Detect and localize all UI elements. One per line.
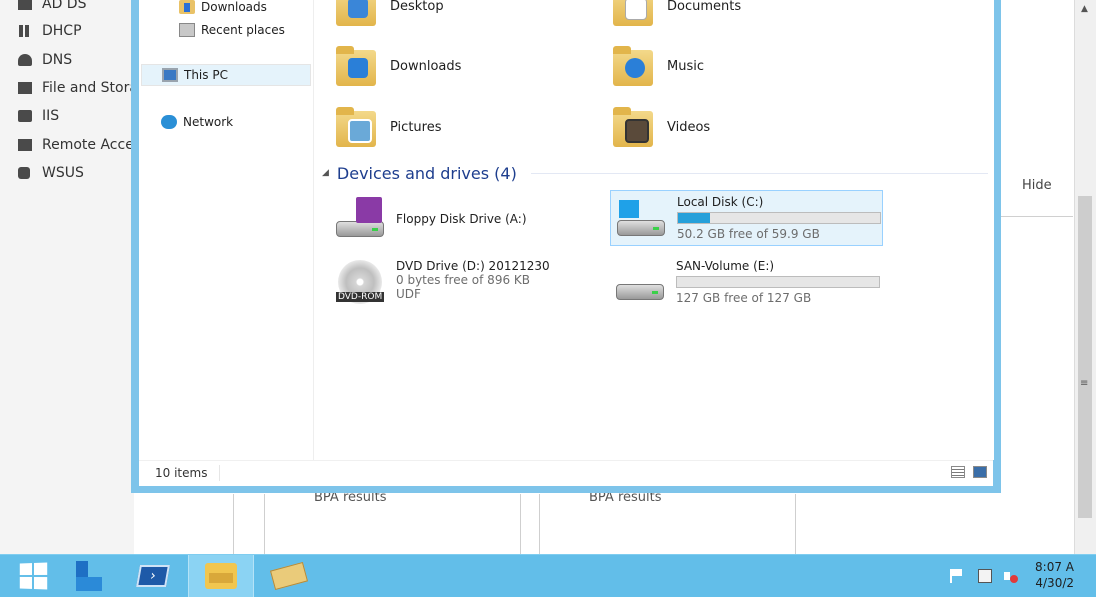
large-icons-view-icon[interactable] bbox=[973, 466, 987, 478]
disk-usage-bar bbox=[676, 276, 880, 288]
cabinet-icon bbox=[269, 561, 309, 591]
ad-ds-icon bbox=[16, 0, 34, 12]
desktop-folder-icon bbox=[334, 0, 380, 28]
pictures-folder-icon bbox=[334, 105, 380, 149]
sidebar-item-iis[interactable]: IIS bbox=[16, 106, 59, 126]
drive-floppy-a[interactable]: Floppy Disk Drive (A:) bbox=[334, 194, 527, 244]
folder-downloads[interactable]: Downloads bbox=[334, 38, 461, 94]
sidebar-item-dns[interactable]: DNS bbox=[16, 50, 72, 70]
iis-icon bbox=[16, 108, 34, 124]
network-tray-icon[interactable] bbox=[978, 569, 992, 583]
disk-usage-bar bbox=[677, 212, 881, 224]
item-count: 10 items bbox=[155, 466, 208, 480]
dns-icon bbox=[16, 52, 34, 68]
drive-local-disk-c[interactable]: Local Disk (C:) 50.2 GB free of 59.9 GB bbox=[610, 190, 883, 246]
server-manager-sidebar: AD DS DHCP DNS File and Stora IIS Remote… bbox=[0, 0, 138, 554]
windows-start-icon bbox=[19, 562, 48, 590]
server-manager-icon bbox=[72, 561, 102, 591]
disk-usage-fill bbox=[678, 213, 711, 223]
floppy-drive-icon bbox=[334, 195, 386, 243]
downloads-folder-icon bbox=[179, 0, 195, 14]
tile-divider bbox=[539, 494, 540, 554]
local-disk-icon bbox=[615, 194, 667, 242]
folder-videos[interactable]: Videos bbox=[611, 99, 710, 155]
this-pc-icon bbox=[162, 68, 178, 82]
dvd-drive-icon: DVD-ROM bbox=[334, 256, 386, 304]
drive-dvd-d[interactable]: DVD-ROM DVD Drive (D:) 20121230 0 bytes … bbox=[334, 252, 550, 308]
status-bar: 10 items bbox=[139, 460, 993, 486]
recent-places-icon bbox=[179, 23, 195, 37]
nav-item-network[interactable]: Network bbox=[161, 111, 233, 133]
file-explorer-button[interactable] bbox=[188, 555, 254, 597]
downloads-folder-icon bbox=[334, 44, 380, 88]
sidebar-item-remote-access[interactable]: Remote Acce bbox=[16, 135, 134, 155]
system-clock[interactable]: 8:07 A 4/30/2 bbox=[1034, 559, 1074, 591]
tile-divider bbox=[264, 494, 265, 554]
details-view-icon[interactable] bbox=[951, 466, 965, 478]
volume-muted-icon[interactable] bbox=[1004, 569, 1018, 583]
server-manager-button[interactable] bbox=[54, 555, 120, 597]
nav-item-this-pc[interactable]: This PC bbox=[141, 64, 311, 86]
folder-music[interactable]: Music bbox=[611, 38, 704, 94]
folder-desktop[interactable]: Desktop bbox=[334, 0, 444, 34]
sidebar-item-dhcp[interactable]: DHCP bbox=[16, 21, 82, 41]
drive-san-volume-e[interactable]: SAN-Volume (E:) 127 GB free of 127 GB bbox=[614, 252, 880, 312]
scroll-up-icon[interactable]: ▲ bbox=[1081, 4, 1088, 14]
sidebar-item-file-and-storage[interactable]: File and Stora bbox=[16, 78, 138, 98]
tile-divider bbox=[795, 494, 796, 554]
action-center-flag-icon[interactable] bbox=[950, 569, 966, 583]
videos-folder-icon bbox=[611, 105, 657, 149]
nav-item-downloads[interactable]: Downloads bbox=[179, 0, 267, 18]
tile-divider bbox=[520, 494, 521, 554]
music-folder-icon bbox=[611, 44, 657, 88]
powershell-icon: › bbox=[136, 565, 170, 587]
tile-divider bbox=[233, 494, 234, 554]
file-storage-icon bbox=[16, 80, 34, 96]
group-divider bbox=[530, 172, 988, 174]
vertical-scrollbar[interactable]: ▲ ≡ ▼ bbox=[1074, 0, 1096, 596]
cabinet-button[interactable] bbox=[256, 555, 322, 597]
scroll-grip-icon: ≡ bbox=[1080, 378, 1089, 389]
folder-documents[interactable]: Documents bbox=[611, 0, 741, 34]
folder-pictures[interactable]: Pictures bbox=[334, 99, 441, 155]
sidebar-item-ad-ds[interactable]: AD DS bbox=[16, 0, 86, 14]
scrollbar-thumb[interactable] bbox=[1078, 196, 1092, 518]
sidebar-item-wsus[interactable]: WSUS bbox=[16, 163, 84, 183]
remote-access-icon bbox=[16, 137, 34, 153]
collapse-triangle-icon[interactable]: ◢ bbox=[322, 168, 329, 178]
file-explorer-window: Downloads Recent places This PC Network … bbox=[131, 0, 1001, 493]
dhcp-icon bbox=[16, 23, 34, 39]
content-pane: Desktop Documents Downloads Music Pictur… bbox=[314, 0, 994, 460]
nav-item-recent-places[interactable]: Recent places bbox=[179, 19, 285, 41]
san-volume-icon bbox=[614, 258, 666, 306]
wsus-icon bbox=[16, 165, 34, 181]
file-explorer-icon bbox=[205, 563, 237, 589]
status-separator bbox=[219, 465, 220, 481]
hide-link[interactable]: Hide bbox=[1022, 178, 1052, 193]
documents-folder-icon bbox=[611, 0, 657, 28]
taskbar: › 8:07 A 4/30/2 bbox=[0, 554, 1096, 597]
powershell-button[interactable]: › bbox=[120, 555, 186, 597]
network-icon bbox=[161, 115, 177, 129]
devices-and-drives-header[interactable]: ◢ Devices and drives (4) bbox=[322, 162, 988, 184]
navigation-pane: Downloads Recent places This PC Network bbox=[139, 0, 314, 460]
